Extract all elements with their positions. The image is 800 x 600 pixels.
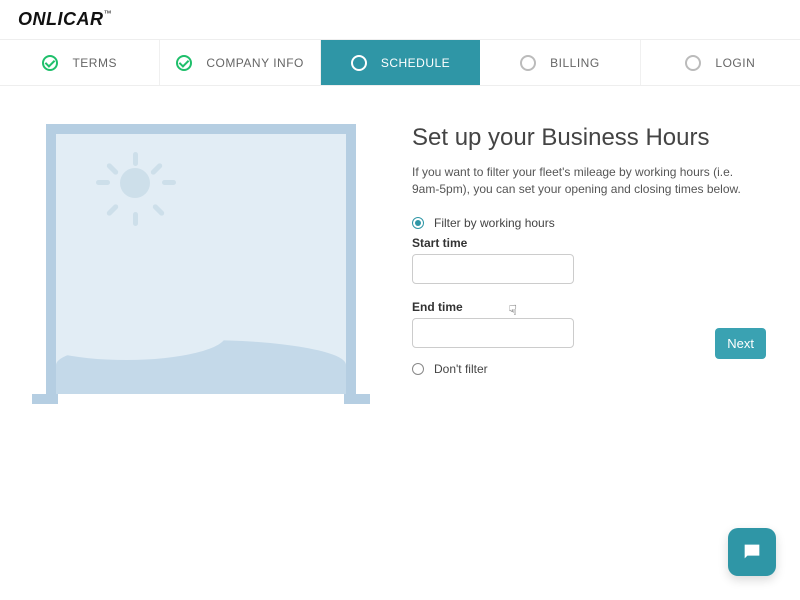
chat-icon (741, 541, 763, 563)
circle-icon (685, 55, 701, 71)
circle-icon (520, 55, 536, 71)
page-title: Set up your Business Hours (412, 124, 766, 152)
radio-label: Filter by working hours (434, 216, 555, 230)
step-terms[interactable]: TERMS (0, 40, 160, 85)
hills (56, 340, 346, 394)
radio-filter-by-hours[interactable]: Filter by working hours (412, 216, 766, 230)
business-hours-form: Set up your Business Hours If you want t… (412, 124, 766, 404)
page-description: If you want to filter your fleet's milea… (412, 164, 752, 198)
start-time-input[interactable] (412, 254, 574, 284)
radio-dont-filter[interactable]: Don't filter (412, 362, 766, 376)
radio-icon (412, 363, 424, 375)
step-tabs: TERMS COMPANY INFO SCHEDULE BILLING LOGI… (0, 40, 800, 86)
radio-label: Don't filter (434, 362, 488, 376)
radio-icon (412, 217, 424, 229)
content-area: Set up your Business Hours If you want t… (0, 86, 800, 404)
end-time-input[interactable] (412, 318, 574, 348)
illustration-window (46, 124, 356, 404)
end-time-label: End time (412, 300, 766, 314)
step-label: TERMS (72, 56, 117, 70)
logo-text: ONLICAR (18, 9, 104, 29)
header: ONLICAR™ (0, 0, 800, 40)
logo: ONLICAR™ (18, 9, 112, 30)
sun-icon (120, 168, 150, 198)
start-time-label: Start time (412, 236, 766, 250)
chat-widget-button[interactable] (728, 528, 776, 576)
check-icon (42, 55, 58, 71)
step-label: COMPANY INFO (206, 56, 304, 70)
step-label: LOGIN (715, 56, 755, 70)
step-label: SCHEDULE (381, 56, 450, 70)
step-company-info[interactable]: COMPANY INFO (160, 40, 320, 85)
sky (56, 134, 346, 394)
next-button[interactable]: Next (715, 328, 766, 359)
step-schedule[interactable]: SCHEDULE (321, 40, 480, 85)
check-icon (176, 55, 192, 71)
step-billing[interactable]: BILLING (480, 40, 640, 85)
circle-icon (351, 55, 367, 71)
logo-tm: ™ (104, 9, 113, 18)
step-label: BILLING (550, 56, 600, 70)
step-login[interactable]: LOGIN (641, 40, 800, 85)
